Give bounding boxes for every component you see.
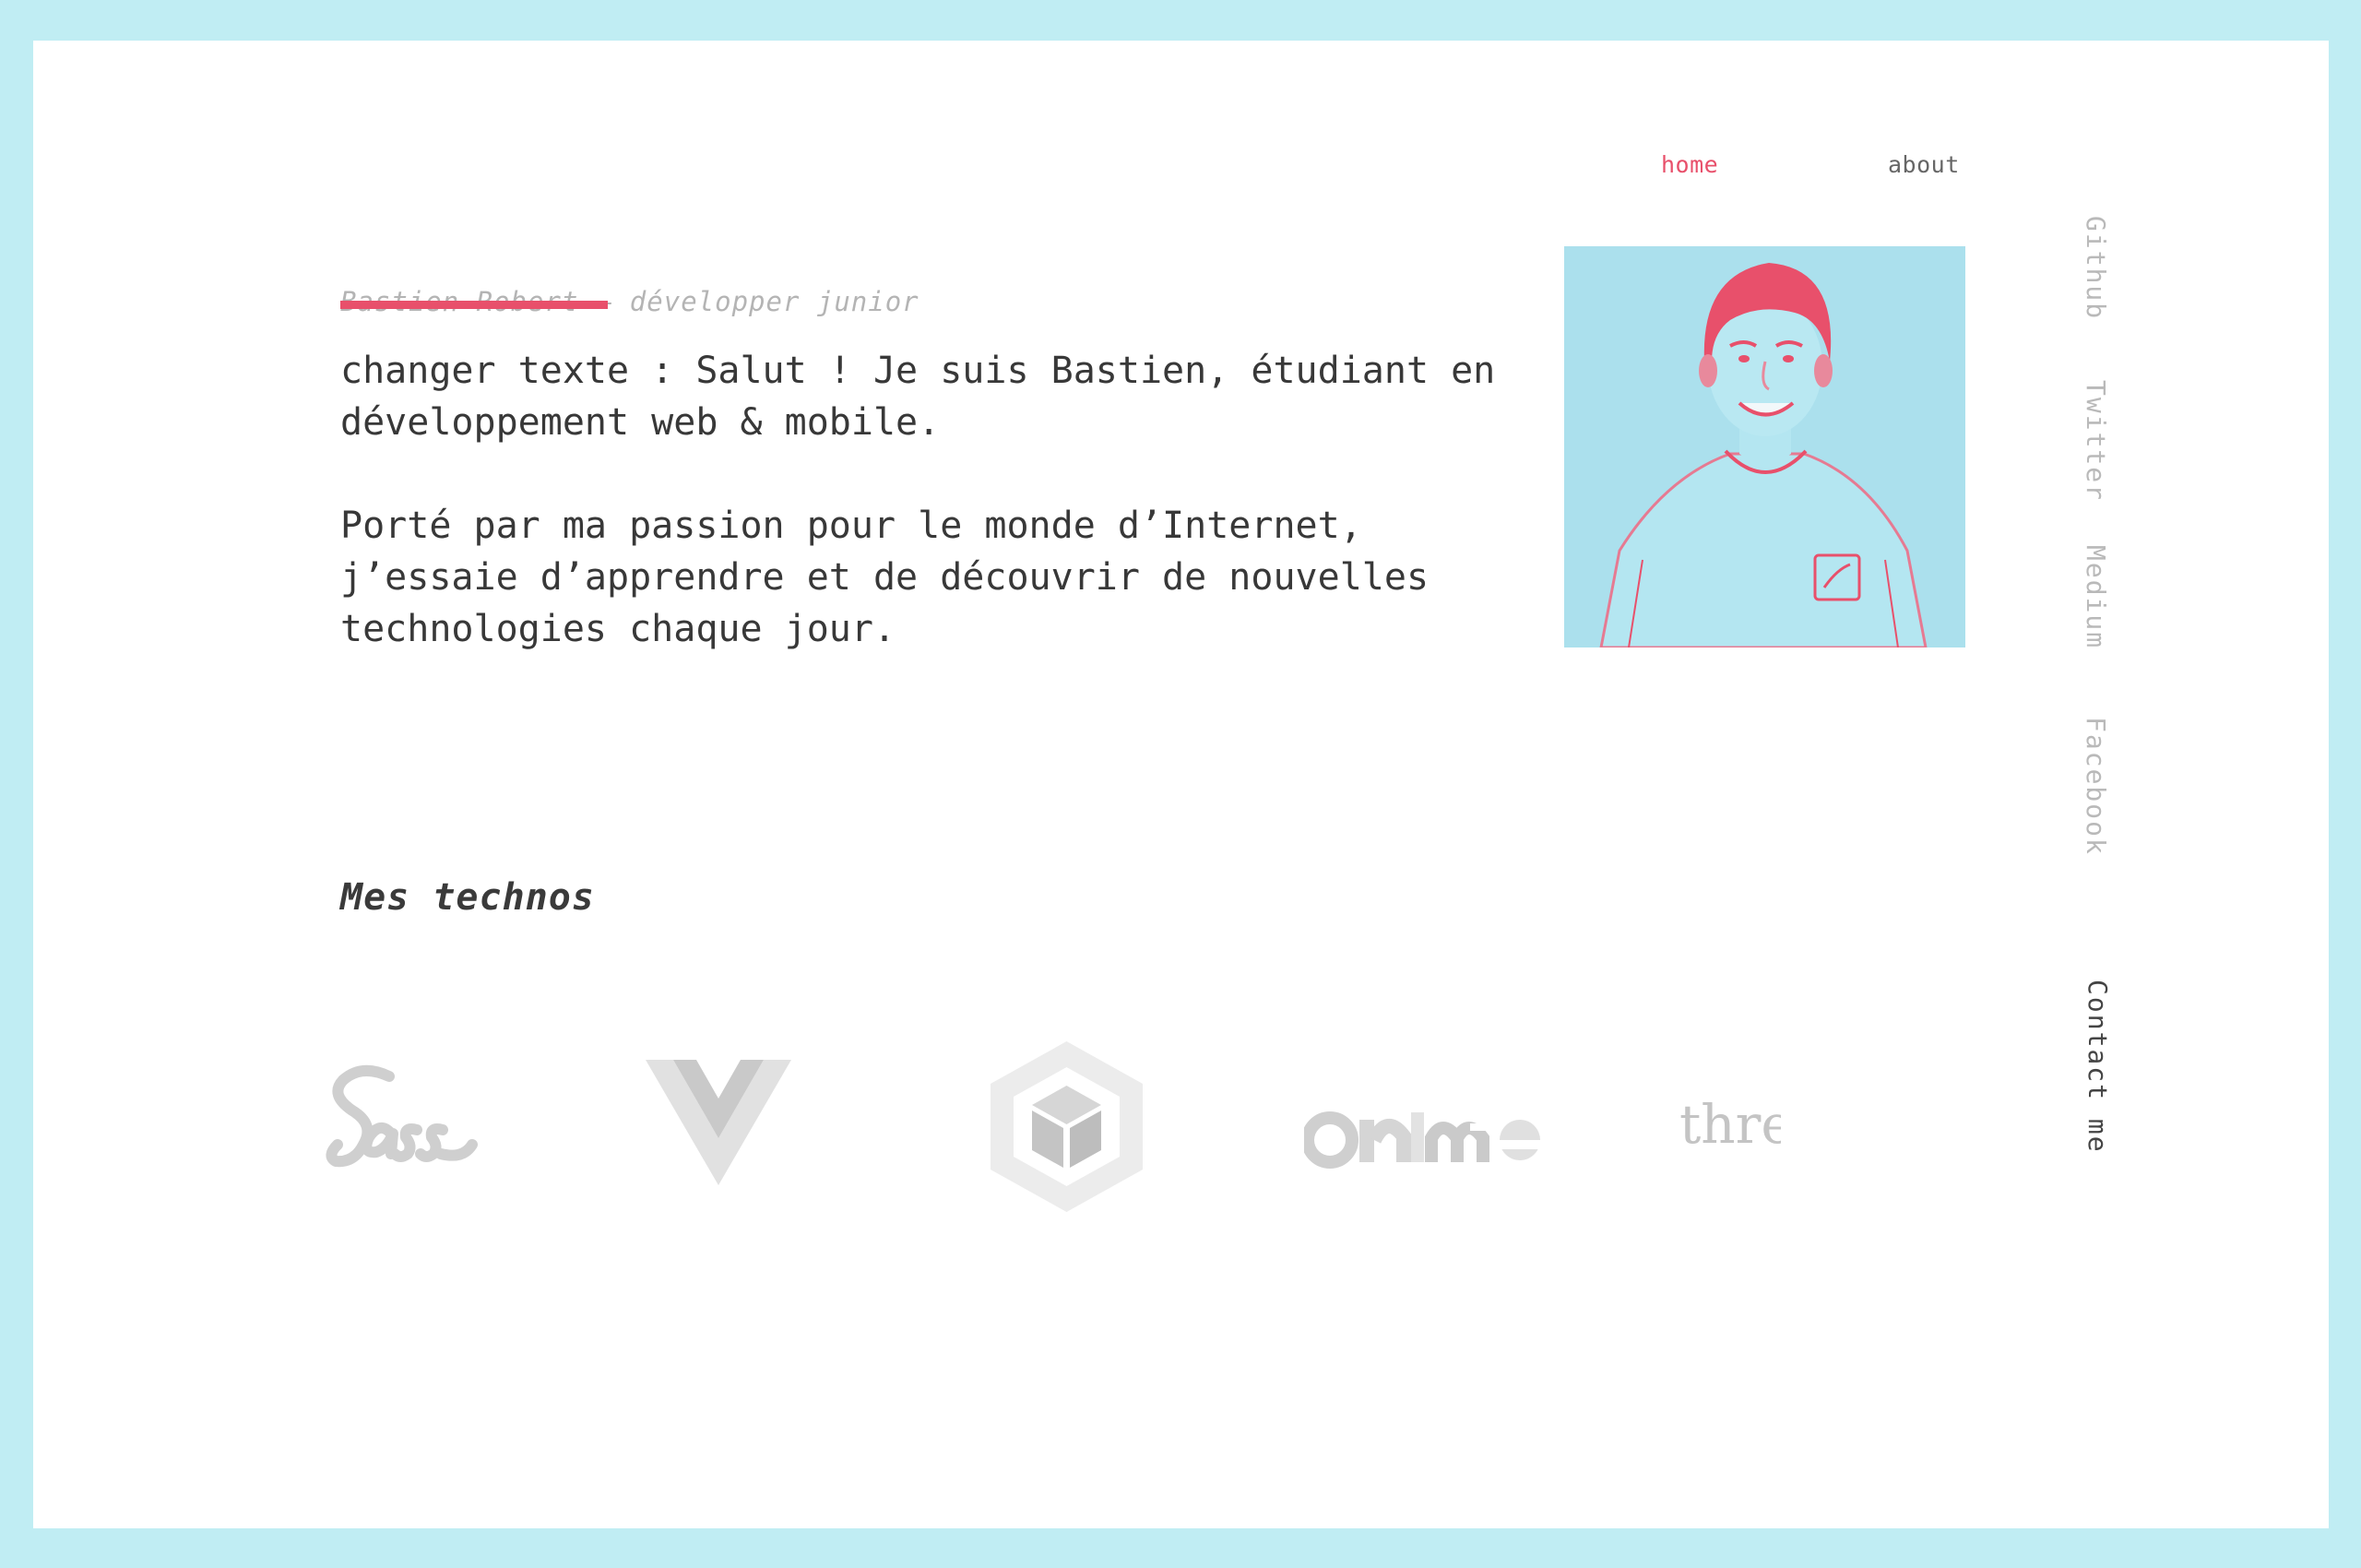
techs-heading: Mes technos <box>340 876 595 919</box>
webpack-logo-icon <box>991 1041 1143 1212</box>
contact-me-link[interactable]: Contact me <box>2082 980 2113 1154</box>
twitter-link[interactable]: Twitter <box>2081 380 2111 502</box>
nav-about-link[interactable]: about <box>1888 151 1960 178</box>
profile-photo <box>1564 246 1965 647</box>
passion-paragraph: Porté par ma passion pour le monde d’Int… <box>340 505 1430 650</box>
github-link[interactable]: Github <box>2081 216 2111 320</box>
facebook-link[interactable]: Facebook <box>2081 717 2111 856</box>
three-logo-text: thre <box>1679 1093 1781 1156</box>
three-logo-icon: thre <box>1679 1087 1781 1161</box>
medium-link[interactable]: Medium <box>2081 545 2111 649</box>
portrait-illustration <box>1564 246 1965 647</box>
vue-logo-icon <box>646 1060 791 1189</box>
nav-home-link[interactable]: home <box>1661 151 1718 178</box>
sass-logo-icon <box>325 1060 481 1180</box>
anime-logo-icon <box>1301 1092 1572 1175</box>
accent-underline <box>340 301 608 309</box>
intro-paragraph: changer texte : Salut ! Je suis Bastien,… <box>340 350 1496 444</box>
page-frame: home about Bastien Robert — développer j… <box>33 41 2329 1528</box>
